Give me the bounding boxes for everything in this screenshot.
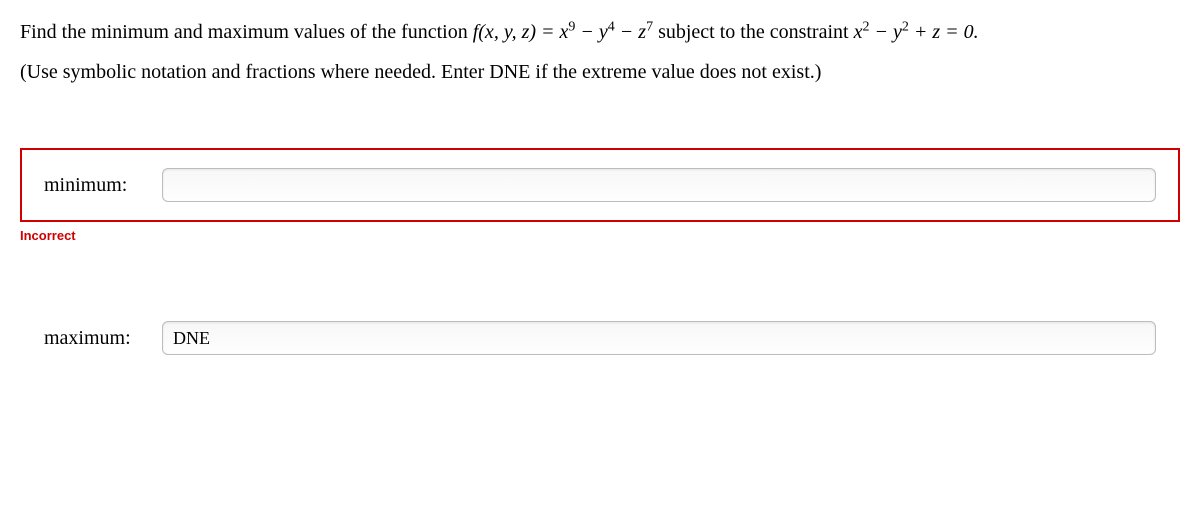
incorrect-feedback: Incorrect	[20, 228, 1180, 243]
minimum-row: minimum:	[44, 168, 1156, 202]
prompt-prefix: Find the minimum and maximum values of t…	[20, 21, 473, 43]
minimum-answer-block: minimum:	[20, 148, 1180, 222]
prompt-mid: subject to the constraint	[653, 21, 854, 43]
maximum-input[interactable]	[162, 321, 1156, 355]
maximum-answer-block: maximum:	[20, 303, 1180, 373]
maximum-row: maximum:	[44, 321, 1156, 355]
minimum-input[interactable]	[162, 168, 1156, 202]
maximum-label: maximum:	[44, 327, 144, 350]
question-hint: (Use symbolic notation and fractions whe…	[20, 56, 1180, 88]
func-expr: f(x, y, z) = x9 − y4 − z7	[473, 21, 653, 43]
minimum-label: minimum:	[44, 174, 144, 197]
question-prompt: Find the minimum and maximum values of t…	[20, 16, 1180, 48]
constraint-expr: x2 − y2 + z = 0.	[854, 21, 979, 43]
